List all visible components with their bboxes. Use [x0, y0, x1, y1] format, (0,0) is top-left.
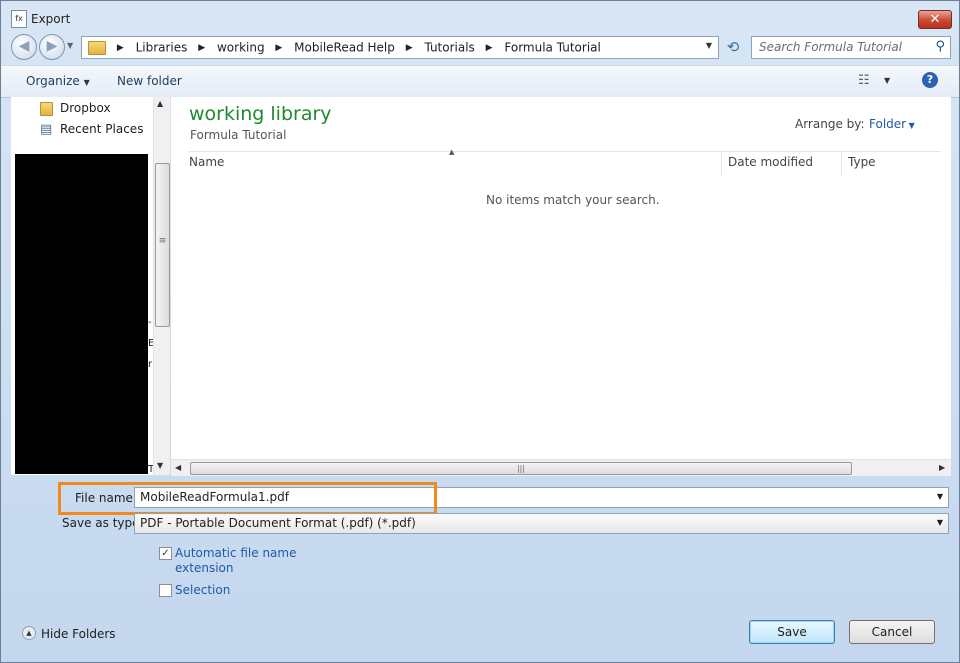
scroll-down-icon[interactable]: ▼	[157, 461, 163, 470]
view-options-icon[interactable]: ☷	[858, 73, 870, 88]
nav-vertical-scrollbar[interactable]: ▲ ≡ ▼	[153, 97, 170, 475]
chevron-right-icon[interactable]: ▶	[275, 43, 282, 53]
command-toolbar: Organize ▼ New folder ☷ ▼ ?	[1, 65, 959, 98]
forward-button[interactable]: ▶	[39, 34, 65, 60]
recent-places-icon: ▤	[40, 122, 53, 137]
horizontal-scroll-thumb[interactable]: |||	[190, 462, 852, 475]
save-type-select[interactable]: PDF - Portable Document Format (.pdf) (*…	[134, 513, 949, 534]
scroll-right-icon[interactable]: ▶	[939, 463, 945, 472]
chevron-right-icon[interactable]: ▶	[486, 43, 493, 53]
search-input[interactable]: Search Formula Tutorial ⚲	[751, 36, 951, 59]
auto-extension-label-line2[interactable]: extension	[175, 561, 234, 575]
chevron-down-icon: ▼	[83, 78, 90, 87]
new-folder-button[interactable]: New folder	[117, 74, 182, 88]
breadcrumb-working[interactable]: working	[217, 41, 265, 55]
arrange-by-dropdown[interactable]: Folder ▼	[869, 117, 915, 131]
header-divider	[189, 151, 941, 152]
title-bar: fx Export ✕	[1, 1, 959, 31]
address-dropdown-icon[interactable]: ▼	[706, 41, 712, 50]
view-dropdown-icon[interactable]: ▼	[884, 76, 890, 85]
cancel-button[interactable]: Cancel	[849, 620, 935, 644]
arrange-by-label: Arrange by:	[795, 117, 865, 131]
hide-folders-button[interactable]: Hide Folders	[41, 627, 116, 641]
selection-label[interactable]: Selection	[175, 583, 230, 597]
column-header-date-modified[interactable]: Date modified	[728, 155, 813, 169]
organize-menu[interactable]: Organize ▼	[26, 74, 90, 88]
scroll-up-icon[interactable]: ▲	[157, 99, 163, 108]
recent-locations-dropdown[interactable]: ▼	[67, 41, 73, 50]
breadcrumb-formula-tutorial[interactable]: Formula Tutorial	[504, 41, 600, 55]
breadcrumb-tutorials[interactable]: Tutorials	[424, 41, 474, 55]
nav-item-recent-places[interactable]: Recent Places	[60, 122, 143, 136]
save-type-value: PDF - Portable Document Format (.pdf) (*…	[140, 516, 416, 530]
chevron-right-icon[interactable]: ▶	[406, 43, 413, 53]
column-divider[interactable]	[721, 151, 722, 177]
save-type-label: Save as type:	[62, 516, 144, 530]
chevron-down-icon[interactable]: ▼	[937, 518, 943, 527]
redacted-area	[15, 154, 148, 474]
horizontal-scrollbar[interactable]: ◀ ||| ▶	[171, 459, 951, 476]
nav-item-dropbox[interactable]: Dropbox	[60, 101, 111, 115]
column-header-type[interactable]: Type	[848, 155, 876, 169]
chevron-right-icon[interactable]: ▶	[198, 43, 205, 53]
organize-label: Organize	[26, 74, 80, 88]
library-title: working library	[189, 103, 332, 125]
library-subtitle: Formula Tutorial	[190, 128, 287, 142]
selection-checkbox[interactable]	[159, 584, 172, 597]
collapse-icon[interactable]: ▲	[22, 626, 36, 640]
chevron-down-icon: ▼	[906, 121, 915, 130]
navigation-pane: Dropbox ▤ Recent Places -ErTr ▲ ≡ ▼	[11, 97, 170, 496]
file-list-pane: working library Formula Tutorial Arrange…	[171, 97, 951, 476]
search-icon[interactable]: ⚲	[935, 39, 945, 54]
breadcrumb-mobileread-help[interactable]: MobileRead Help	[294, 41, 395, 55]
breadcrumb: ▶ Libraries ▶ working ▶ MobileRead Help …	[88, 40, 601, 55]
empty-message: No items match your search.	[486, 193, 660, 207]
window-title: Export	[31, 12, 71, 26]
nav-scroll-thumb[interactable]: ≡	[155, 163, 170, 327]
search-placeholder: Search Formula Tutorial	[759, 40, 903, 54]
export-dialog: fx Export ✕ ◀ ▶ ▼ ▶ Libraries ▶ working …	[0, 0, 960, 663]
help-icon[interactable]: ?	[922, 72, 938, 88]
refresh-icon[interactable]: ⟲	[722, 37, 744, 57]
auto-extension-label-line1[interactable]: Automatic file name	[175, 546, 296, 560]
column-header-name[interactable]: Name	[189, 155, 224, 169]
file-name-highlight	[58, 482, 437, 515]
column-divider[interactable]	[841, 151, 842, 177]
app-icon: fx	[11, 10, 27, 28]
sort-ascending-icon: ▲	[449, 148, 455, 156]
scroll-left-icon[interactable]: ◀	[175, 463, 181, 472]
close-button[interactable]: ✕	[918, 10, 952, 29]
breadcrumb-libraries[interactable]: Libraries	[136, 41, 188, 55]
arrange-by-value: Folder	[869, 117, 907, 131]
save-button[interactable]: Save	[749, 620, 835, 644]
chevron-right-icon[interactable]: ▶	[117, 43, 124, 53]
dropbox-folder-icon	[40, 101, 53, 116]
chevron-down-icon[interactable]: ▼	[937, 492, 943, 501]
auto-extension-checkbox[interactable]: ✓	[159, 547, 172, 560]
folder-icon	[88, 40, 106, 55]
back-button[interactable]: ◀	[11, 34, 37, 60]
address-bar[interactable]: ▶ Libraries ▶ working ▶ MobileRead Help …	[81, 36, 719, 59]
